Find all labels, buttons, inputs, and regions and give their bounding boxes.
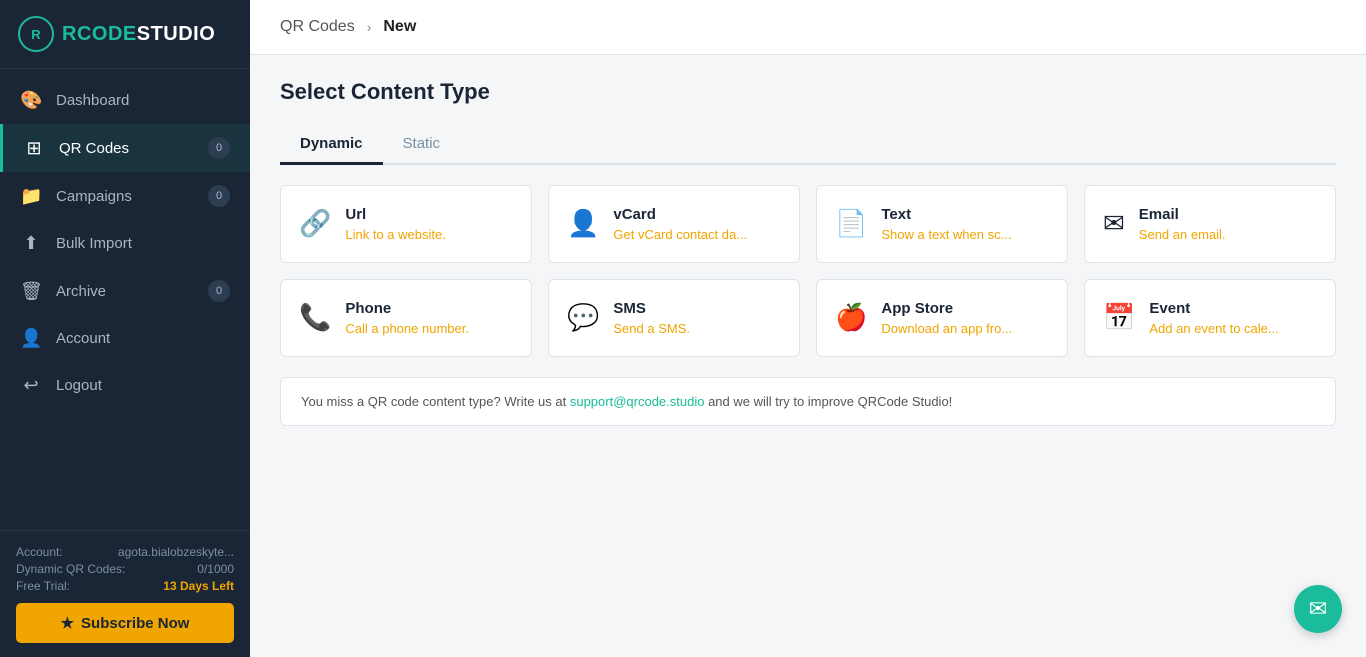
nav-label-qr-codes: QR Codes [59,140,129,157]
sidebar-nav: 🎨 Dashboard ⊞ QR Codes 0 📁 Campaigns 0 ⬆… [0,69,250,530]
breadcrumb-separator: › [367,19,372,35]
main-content: QR Codes › New Select Content Type Dynam… [250,0,1366,657]
nav-label-campaigns: Campaigns [56,188,132,205]
nav-icon-logout: ↩ [20,375,42,396]
breadcrumb-current: New [383,18,416,36]
tab-static[interactable]: Static [383,125,461,165]
nav-icon-bulk-import: ⬆ [20,233,42,254]
card-text[interactable]: 📄 Text Show a text when sc... [816,185,1068,263]
nav-badge-qr-codes: 0 [208,137,230,159]
nav-badge-archive: 0 [208,280,230,302]
nav-label-bulk-import: Bulk Import [56,235,132,252]
card-desc-event: Add an event to cale... [1149,321,1278,336]
nav-icon-archive: 🗑 [20,281,42,302]
info-text-middle: Write us at [504,394,570,409]
nav-badge-campaigns: 0 [208,185,230,207]
content-type-cards: 🔗 Url Link to a website. 👤 vCard Get vCa… [280,185,1336,357]
subscribe-star-icon: ★ [61,614,74,632]
card-icon-url: 🔗 [299,208,331,239]
card-desc-phone: Call a phone number. [345,321,469,336]
info-text-after: and we will try to improve QRCode Studio… [708,394,952,409]
card-desc-sms: Send a SMS. [613,321,690,336]
info-text-before: You miss a QR code content type? [301,394,501,409]
sidebar-item-account[interactable]: 👤 Account [0,315,250,362]
card-desc-text: Show a text when sc... [881,227,1011,242]
sidebar-item-archive[interactable]: 🗑 Archive 0 [0,267,250,315]
card-content-phone: Phone Call a phone number. [345,300,469,336]
card-desc-email: Send an email. [1139,227,1226,242]
card-title-appstore: App Store [881,300,1012,317]
sidebar-item-dashboard[interactable]: 🎨 Dashboard [0,77,250,124]
trial-label: Free Trial: [16,579,70,593]
info-box: You miss a QR code content type? Write u… [280,377,1336,426]
card-vcard[interactable]: 👤 vCard Get vCard contact da... [548,185,800,263]
chat-icon: ✉ [1309,596,1327,622]
card-icon-vcard: 👤 [567,208,599,239]
card-icon-text: 📄 [835,208,867,239]
card-desc-appstore: Download an app fro... [881,321,1012,336]
section-title: Select Content Type [280,79,1336,105]
card-sms[interactable]: 💬 SMS Send a SMS. [548,279,800,357]
nav-label-dashboard: Dashboard [56,92,129,109]
sidebar-item-logout[interactable]: ↩ Logout [0,362,250,409]
card-content-vcard: vCard Get vCard contact da... [613,206,747,242]
card-icon-email: ✉ [1103,208,1125,239]
card-icon-phone: 📞 [299,302,331,333]
nav-icon-account: 👤 [20,328,42,349]
card-title-phone: Phone [345,300,469,317]
card-title-vcard: vCard [613,206,747,223]
nav-label-account: Account [56,330,110,347]
logo-icon: R [18,16,54,52]
card-icon-sms: 💬 [567,302,599,333]
sidebar-item-qr-codes[interactable]: ⊞ QR Codes 0 [0,124,250,172]
logo: R RCODESTUDIO [0,0,250,69]
card-title-url: Url [345,206,445,223]
card-title-event: Event [1149,300,1278,317]
logo-rcode: RCODE [62,23,137,45]
card-desc-vcard: Get vCard contact da... [613,227,747,242]
card-title-email: Email [1139,206,1226,223]
dynamic-qr-value: 0/1000 [197,562,234,576]
card-content-event: Event Add an event to cale... [1149,300,1278,336]
card-content-appstore: App Store Download an app fro... [881,300,1012,336]
content-type-tabs: DynamicStatic [280,125,1336,165]
card-title-sms: SMS [613,300,690,317]
sidebar-footer: Account: agota.bialobzeskyte... Dynamic … [0,530,250,657]
nav-icon-campaigns: 📁 [20,186,42,207]
sidebar-item-campaigns[interactable]: 📁 Campaigns 0 [0,172,250,220]
card-content-url: Url Link to a website. [345,206,445,242]
card-content-text: Text Show a text when sc... [881,206,1011,242]
page-header: QR Codes › New [250,0,1366,55]
breadcrumb-parent[interactable]: QR Codes [280,18,355,36]
card-content-email: Email Send an email. [1139,206,1226,242]
card-title-text: Text [881,206,1011,223]
card-appstore[interactable]: 🍎 App Store Download an app fro... [816,279,1068,357]
card-url[interactable]: 🔗 Url Link to a website. [280,185,532,263]
sidebar-item-bulk-import[interactable]: ⬆ Bulk Import [0,220,250,267]
nav-label-archive: Archive [56,283,106,300]
card-icon-event: 📅 [1103,302,1135,333]
nav-label-logout: Logout [56,377,102,394]
tab-dynamic[interactable]: Dynamic [280,125,383,165]
nav-icon-qr-codes: ⊞ [23,138,45,159]
chat-fab-button[interactable]: ✉ [1294,585,1342,633]
logo-text: RCODESTUDIO [62,23,215,46]
card-phone[interactable]: 📞 Phone Call a phone number. [280,279,532,357]
card-event[interactable]: 📅 Event Add an event to cale... [1084,279,1336,357]
main-body: Select Content Type DynamicStatic 🔗 Url … [250,55,1366,657]
info-support-link[interactable]: support@qrcode.studio [570,394,705,409]
account-label: Account: [16,545,63,559]
card-icon-appstore: 🍎 [835,302,867,333]
trial-value: 13 Days Left [163,579,234,593]
logo-studio: STUDIO [137,23,216,45]
nav-icon-dashboard: 🎨 [20,90,42,111]
dynamic-qr-label: Dynamic QR Codes: [16,562,125,576]
card-desc-url: Link to a website. [345,227,445,242]
card-content-sms: SMS Send a SMS. [613,300,690,336]
subscribe-now-button[interactable]: ★ Subscribe Now [16,603,234,643]
card-email[interactable]: ✉ Email Send an email. [1084,185,1336,263]
account-value: agota.bialobzeskyte... [118,545,234,559]
sidebar: R RCODESTUDIO 🎨 Dashboard ⊞ QR Codes 0 📁… [0,0,250,657]
subscribe-btn-label: Subscribe Now [81,615,189,632]
